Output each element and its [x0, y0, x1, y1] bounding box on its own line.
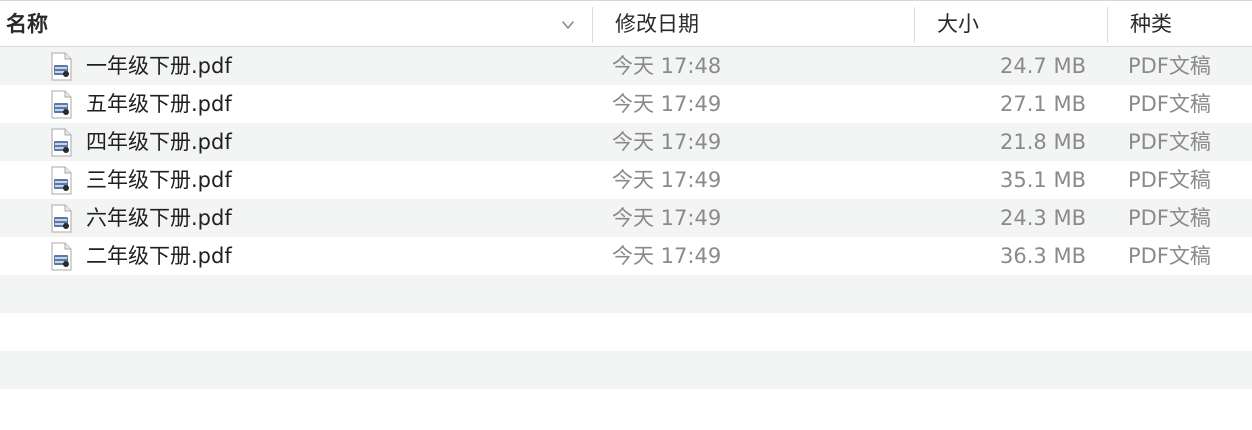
file-modified: 今天 17:48 — [612, 54, 722, 78]
file-row[interactable]: 三年级下册.pdf 今天 17:49 35.1 MB PDF文稿 — [0, 161, 1252, 199]
file-modified: 今天 17:49 — [612, 130, 722, 154]
file-modified: 今天 17:49 — [612, 168, 722, 192]
file-name: 一年级下册.pdf — [86, 54, 232, 78]
file-kind: PDF文稿 — [1128, 168, 1211, 192]
column-header-date-label: 修改日期 — [615, 12, 699, 36]
file-name: 三年级下册.pdf — [86, 168, 232, 192]
file-kind: PDF文稿 — [1128, 54, 1211, 78]
column-header-size-label: 大小 — [937, 12, 979, 36]
column-header: 名称 修改日期 大小 种类 — [0, 0, 1252, 47]
file-size: 36.3 MB — [1000, 244, 1086, 268]
empty-row — [0, 275, 1252, 313]
column-header-name[interactable]: 名称 — [0, 1, 592, 47]
pdf-document-icon — [51, 90, 72, 119]
file-kind: PDF文稿 — [1128, 130, 1211, 154]
pdf-document-icon — [51, 242, 72, 271]
file-name: 六年级下册.pdf — [86, 206, 232, 230]
pdf-document-icon — [51, 52, 72, 81]
file-modified: 今天 17:49 — [612, 206, 722, 230]
empty-row — [0, 389, 1252, 427]
file-modified: 今天 17:49 — [612, 244, 722, 268]
column-header-date[interactable]: 修改日期 — [593, 1, 914, 47]
pdf-document-icon — [51, 204, 72, 233]
file-kind: PDF文稿 — [1128, 244, 1211, 268]
empty-row — [0, 313, 1252, 351]
column-header-size[interactable]: 大小 — [915, 1, 1107, 47]
file-row[interactable]: 一年级下册.pdf 今天 17:48 24.7 MB PDF文稿 — [0, 47, 1252, 85]
pdf-document-icon — [51, 166, 72, 195]
file-kind: PDF文稿 — [1128, 92, 1211, 116]
file-kind: PDF文稿 — [1128, 206, 1211, 230]
file-row[interactable]: 二年级下册.pdf 今天 17:49 36.3 MB PDF文稿 — [0, 237, 1252, 275]
file-row[interactable]: 六年级下册.pdf 今天 17:49 24.3 MB PDF文稿 — [0, 199, 1252, 237]
file-modified: 今天 17:49 — [612, 92, 722, 116]
file-size: 27.1 MB — [1000, 92, 1086, 116]
column-header-name-label: 名称 — [6, 12, 48, 36]
file-row[interactable]: 五年级下册.pdf 今天 17:49 27.1 MB PDF文稿 — [0, 85, 1252, 123]
file-list: 一年级下册.pdf 今天 17:48 24.7 MB PDF文稿 五年级下册.p… — [0, 47, 1252, 427]
file-name: 五年级下册.pdf — [86, 92, 232, 116]
chevron-down-icon[interactable] — [560, 17, 576, 33]
file-size: 35.1 MB — [1000, 168, 1086, 192]
file-size: 21.8 MB — [1000, 130, 1086, 154]
file-size: 24.3 MB — [1000, 206, 1086, 230]
file-name: 二年级下册.pdf — [86, 244, 232, 268]
file-row[interactable]: 四年级下册.pdf 今天 17:49 21.8 MB PDF文稿 — [0, 123, 1252, 161]
pdf-document-icon — [51, 128, 72, 157]
file-name: 四年级下册.pdf — [86, 130, 232, 154]
file-size: 24.7 MB — [1000, 54, 1086, 78]
column-header-kind-label: 种类 — [1130, 12, 1172, 36]
empty-row — [0, 351, 1252, 389]
column-header-kind[interactable]: 种类 — [1108, 1, 1252, 47]
